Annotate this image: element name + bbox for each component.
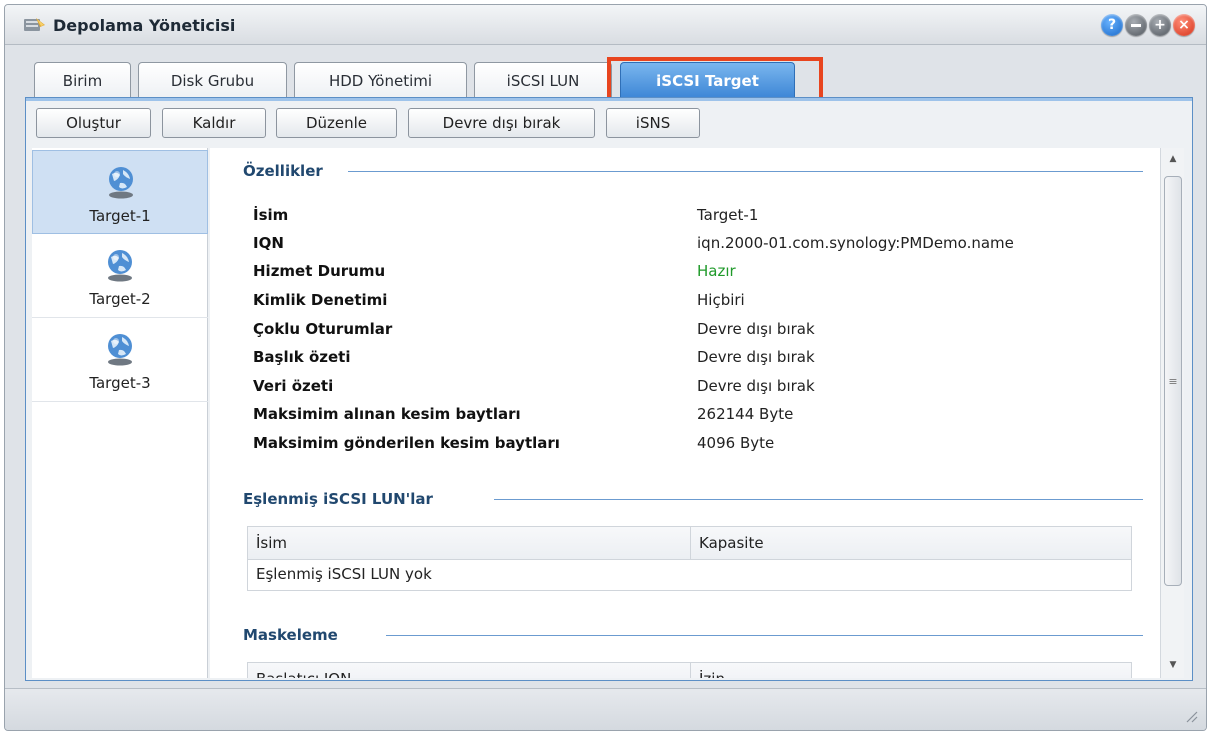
- content-frame: Oluştur Kaldır Düzenle Devre dışı bırak …: [25, 97, 1193, 681]
- maximize-icon[interactable]: +: [1149, 14, 1171, 36]
- prop-label-multi-sessions: Çoklu Oturumlar: [253, 320, 393, 338]
- scroll-up-icon[interactable]: ▲: [1161, 148, 1185, 170]
- column-header-permission[interactable]: İzin: [690, 663, 1131, 678]
- table-header: İsim Kapasite: [248, 527, 1131, 560]
- target-item-1[interactable]: Target-1: [32, 150, 208, 234]
- window-title: Depolama Yöneticisi: [53, 16, 236, 35]
- prop-value-iqn: iqn.2000-01.com.synology:PMDemo.name: [697, 234, 1014, 252]
- prop-value-multi-sessions: Devre dışı bırak: [697, 320, 815, 338]
- prop-label-data-digest: Veri özeti: [253, 377, 334, 395]
- masking-table: Başlatıcı IQN İzin: [247, 662, 1132, 678]
- prop-label-header-digest: Başlık özeti: [253, 348, 351, 366]
- tab-iscsi-lun[interactable]: iSCSI LUN: [474, 62, 612, 98]
- prop-value-max-send-segment: 4096 Byte: [697, 434, 775, 452]
- properties-section-title: Özellikler: [243, 162, 323, 180]
- column-header-name[interactable]: İsim: [248, 527, 690, 560]
- section-divider: [386, 635, 1143, 636]
- disable-button[interactable]: Devre dışı bırak: [408, 108, 595, 138]
- storage-manager-icon: [24, 18, 45, 31]
- prop-value-authentication: Hiçbiri: [697, 291, 745, 309]
- globe-disk-icon: [108, 334, 132, 366]
- target-label: Target-2: [89, 290, 151, 308]
- target-item-2[interactable]: Target-2: [32, 234, 208, 318]
- prop-value-max-recv-segment: 262144 Byte: [697, 405, 794, 423]
- column-header-capacity[interactable]: Kapasite: [690, 527, 1131, 560]
- prop-value-name: Target-1: [697, 206, 759, 224]
- scroll-down-icon[interactable]: ▼: [1161, 654, 1185, 676]
- tab-iscsi-target[interactable]: iSCSI Target: [620, 62, 795, 98]
- prop-label-name: İsim: [253, 206, 289, 224]
- target-label: Target-1: [89, 207, 151, 225]
- minimize-icon[interactable]: [1125, 14, 1147, 36]
- help-icon[interactable]: ?: [1101, 14, 1123, 36]
- resize-grip-icon[interactable]: [1184, 709, 1198, 723]
- remove-button[interactable]: Kaldır: [162, 108, 266, 138]
- title-bar[interactable]: Depolama Yöneticisi ? + ×: [5, 5, 1206, 45]
- column-header-initiator-iqn[interactable]: Başlatıcı IQN: [248, 663, 690, 678]
- globe-disk-icon: [108, 250, 132, 282]
- prop-label-iqn: IQN: [253, 234, 284, 252]
- vertical-scrollbar[interactable]: ▲ ≡ ▼: [1160, 148, 1184, 678]
- status-bar: [5, 688, 1206, 730]
- prop-label-max-send-segment: Maksimim gönderilen kesim baytları: [253, 434, 560, 452]
- close-icon[interactable]: ×: [1173, 14, 1195, 36]
- prop-label-service-status: Hizmet Durumu: [253, 262, 386, 280]
- prop-value-service-status: Hazır: [697, 262, 736, 280]
- tab-hdd-yonetimi[interactable]: HDD Yönetimi: [294, 62, 467, 98]
- table-header: Başlatıcı IQN İzin: [248, 663, 1131, 678]
- tab-disk-grubu[interactable]: Disk Grubu: [138, 62, 287, 98]
- edit-button[interactable]: Düzenle: [276, 108, 397, 138]
- section-divider: [348, 171, 1143, 172]
- mapped-luns-section-title: Eşlenmiş iSCSI LUN'lar: [243, 490, 433, 508]
- prop-label-max-recv-segment: Maksimim alınan kesim baytları: [253, 405, 521, 423]
- tab-birim[interactable]: Birim: [34, 62, 131, 98]
- prop-label-authentication: Kimlik Denetimi: [253, 291, 388, 309]
- empty-row: Eşlenmiş iSCSI LUN yok: [256, 565, 432, 583]
- prop-value-data-digest: Devre dışı bırak: [697, 377, 815, 395]
- create-button[interactable]: Oluştur: [36, 108, 151, 138]
- target-label: Target-3: [89, 374, 151, 392]
- storage-manager-window: Depolama Yöneticisi ? + × Birim Disk Gru…: [4, 4, 1207, 731]
- section-divider: [494, 499, 1143, 500]
- masking-section-title: Maskeleme: [243, 626, 338, 644]
- mapped-luns-table: İsim Kapasite Eşlenmiş iSCSI LUN yok: [247, 526, 1132, 591]
- target-list: Target-1 Target-2 Target-3: [32, 148, 208, 678]
- scroll-thumb[interactable]: ≡: [1164, 176, 1182, 586]
- prop-value-header-digest: Devre dışı bırak: [697, 348, 815, 366]
- globe-disk-icon: [109, 167, 133, 199]
- isns-button[interactable]: iSNS: [606, 108, 700, 138]
- target-item-3[interactable]: Target-3: [32, 318, 208, 402]
- details-panel: Özellikler İsim Target-1 IQN iqn.2000-01…: [210, 148, 1160, 678]
